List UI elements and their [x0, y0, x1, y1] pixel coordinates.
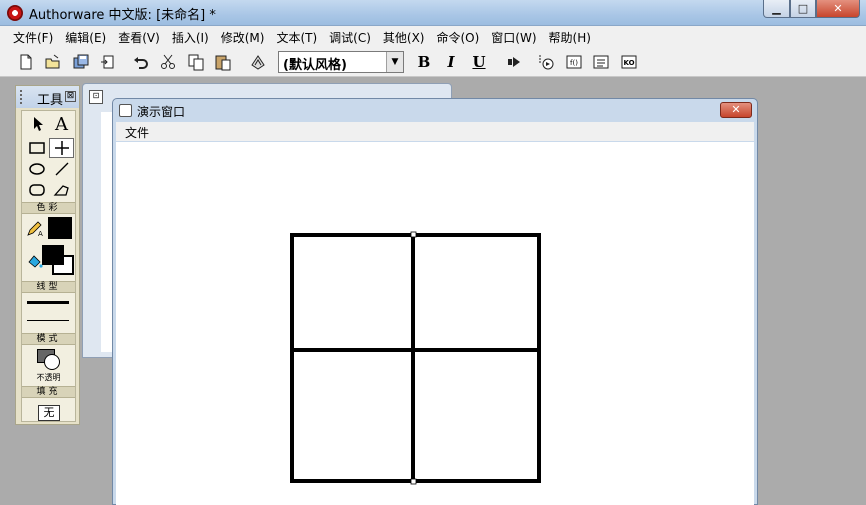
menu-bar: 文件(F) 编辑(E) 查看(V) 插入(I) 修改(M) 文本(T) 调试(C…	[0, 26, 866, 47]
fill-none-button[interactable]: 无	[38, 405, 60, 421]
open-icon[interactable]	[42, 51, 64, 73]
menu-help[interactable]: 帮助(H)	[543, 26, 597, 47]
presentation-menu-bar: 文件	[116, 122, 754, 141]
undo-icon[interactable]	[130, 51, 152, 73]
find-icon[interactable]	[247, 51, 269, 73]
menu-edit[interactable]: 编辑(E)	[59, 26, 112, 47]
text-tool[interactable]: A	[49, 114, 74, 135]
tools-palette-body: A 色彩 A 线型 模式 不透明 填充 无	[21, 110, 76, 422]
menu-window[interactable]: 窗口(W)	[485, 26, 542, 47]
save-all-icon[interactable]	[70, 51, 92, 73]
section-line-style: 线型	[22, 281, 75, 293]
toolbar: (默认风格) ▼ B I U f() KO	[0, 47, 866, 77]
cut-icon[interactable]	[157, 51, 179, 73]
new-icon[interactable]	[15, 51, 37, 73]
flowchart-window-icon: ⊡	[89, 90, 103, 104]
section-mode: 模式	[22, 333, 75, 345]
minimize-button[interactable]: ▁	[763, 0, 790, 18]
tools-close-button[interactable]: ⊠	[65, 91, 76, 102]
maximize-button[interactable]: □	[790, 0, 816, 18]
svg-text:f(): f()	[570, 59, 578, 67]
line-color-swatch[interactable]	[48, 217, 72, 239]
mode-circle-icon	[44, 354, 60, 370]
menu-file[interactable]: 文件(F)	[7, 26, 59, 47]
presentation-close-button[interactable]: ✕	[720, 102, 752, 118]
run-icon[interactable]	[503, 51, 525, 73]
variables-icon[interactable]	[590, 51, 612, 73]
title-bar: Authorware 中文版: [未命名] * ▁ □ ✕	[0, 0, 866, 26]
presentation-window-title: 演示窗口	[137, 105, 186, 119]
import-icon[interactable]	[97, 51, 119, 73]
svg-text:A: A	[38, 230, 43, 237]
chevron-down-icon[interactable]: ▼	[386, 52, 403, 72]
paste-icon[interactable]	[212, 51, 234, 73]
control-panel-icon[interactable]	[535, 51, 557, 73]
grid-outer-rectangle[interactable]	[290, 233, 541, 483]
tools-palette-title: 工具	[37, 93, 64, 108]
copy-icon[interactable]	[185, 51, 207, 73]
line-color-pencil-icon[interactable]: A	[22, 219, 47, 239]
close-button[interactable]: ✕	[816, 0, 860, 18]
section-color: 色彩	[22, 202, 75, 214]
tools-palette: 工具 ⊠ A 色彩 A 线型 模式 不透明 填充 无	[15, 85, 80, 425]
functions-icon[interactable]: f()	[563, 51, 585, 73]
ellipse-tool[interactable]	[24, 159, 49, 179]
presentation-canvas[interactable]	[116, 142, 754, 505]
underline-button[interactable]: U	[468, 51, 490, 73]
window-title: Authorware 中文版: [未命名] *	[29, 8, 216, 23]
foreground-color-swatch[interactable]	[42, 245, 64, 265]
italic-button[interactable]: I	[440, 51, 462, 73]
tools-palette-header[interactable]: 工具 ⊠	[16, 86, 79, 108]
menu-other[interactable]: 其他(X)	[377, 26, 431, 47]
knowledge-objects-icon[interactable]: KO	[618, 51, 640, 73]
menu-insert[interactable]: 插入(I)	[166, 26, 215, 47]
bold-button[interactable]: B	[413, 51, 435, 73]
diagonal-line-tool[interactable]	[49, 159, 74, 179]
polygon-tool[interactable]	[49, 180, 74, 200]
window-controls: ▁ □ ✕	[763, 0, 860, 18]
section-fill: 填充	[22, 386, 75, 398]
presentation-window-titlebar[interactable]: 演示窗口 ✕	[113, 99, 757, 122]
pointer-tool[interactable]	[24, 114, 49, 134]
menu-view[interactable]: 查看(V)	[112, 26, 166, 47]
menu-text[interactable]: 文本(T)	[270, 26, 323, 47]
crosshair-tool[interactable]	[49, 138, 74, 158]
selection-handle-top[interactable]	[410, 231, 417, 238]
line-style-thick[interactable]	[27, 301, 69, 304]
menu-modify[interactable]: 修改(M)	[215, 26, 271, 47]
grid-drawing[interactable]	[116, 142, 754, 505]
presentation-window-icon	[119, 104, 132, 117]
authorware-app-icon	[7, 5, 23, 21]
text-style-value: (默认风格)	[283, 58, 347, 73]
drag-grip-icon[interactable]	[20, 90, 24, 104]
rounded-rectangle-tool[interactable]	[24, 180, 49, 200]
svg-text:KO: KO	[623, 59, 634, 67]
text-style-select[interactable]: (默认风格) ▼	[278, 51, 404, 73]
menu-debug[interactable]: 调试(C)	[323, 26, 377, 47]
line-style-thin[interactable]	[27, 320, 69, 321]
selection-handle-bottom[interactable]	[410, 478, 417, 485]
presentation-window: 演示窗口 ✕ 文件	[112, 98, 758, 505]
menu-commands[interactable]: 命令(O)	[430, 26, 485, 47]
presentation-menu-file[interactable]: 文件	[125, 124, 149, 141]
rectangle-tool[interactable]	[24, 138, 49, 158]
mode-label: 不透明	[36, 373, 61, 382]
